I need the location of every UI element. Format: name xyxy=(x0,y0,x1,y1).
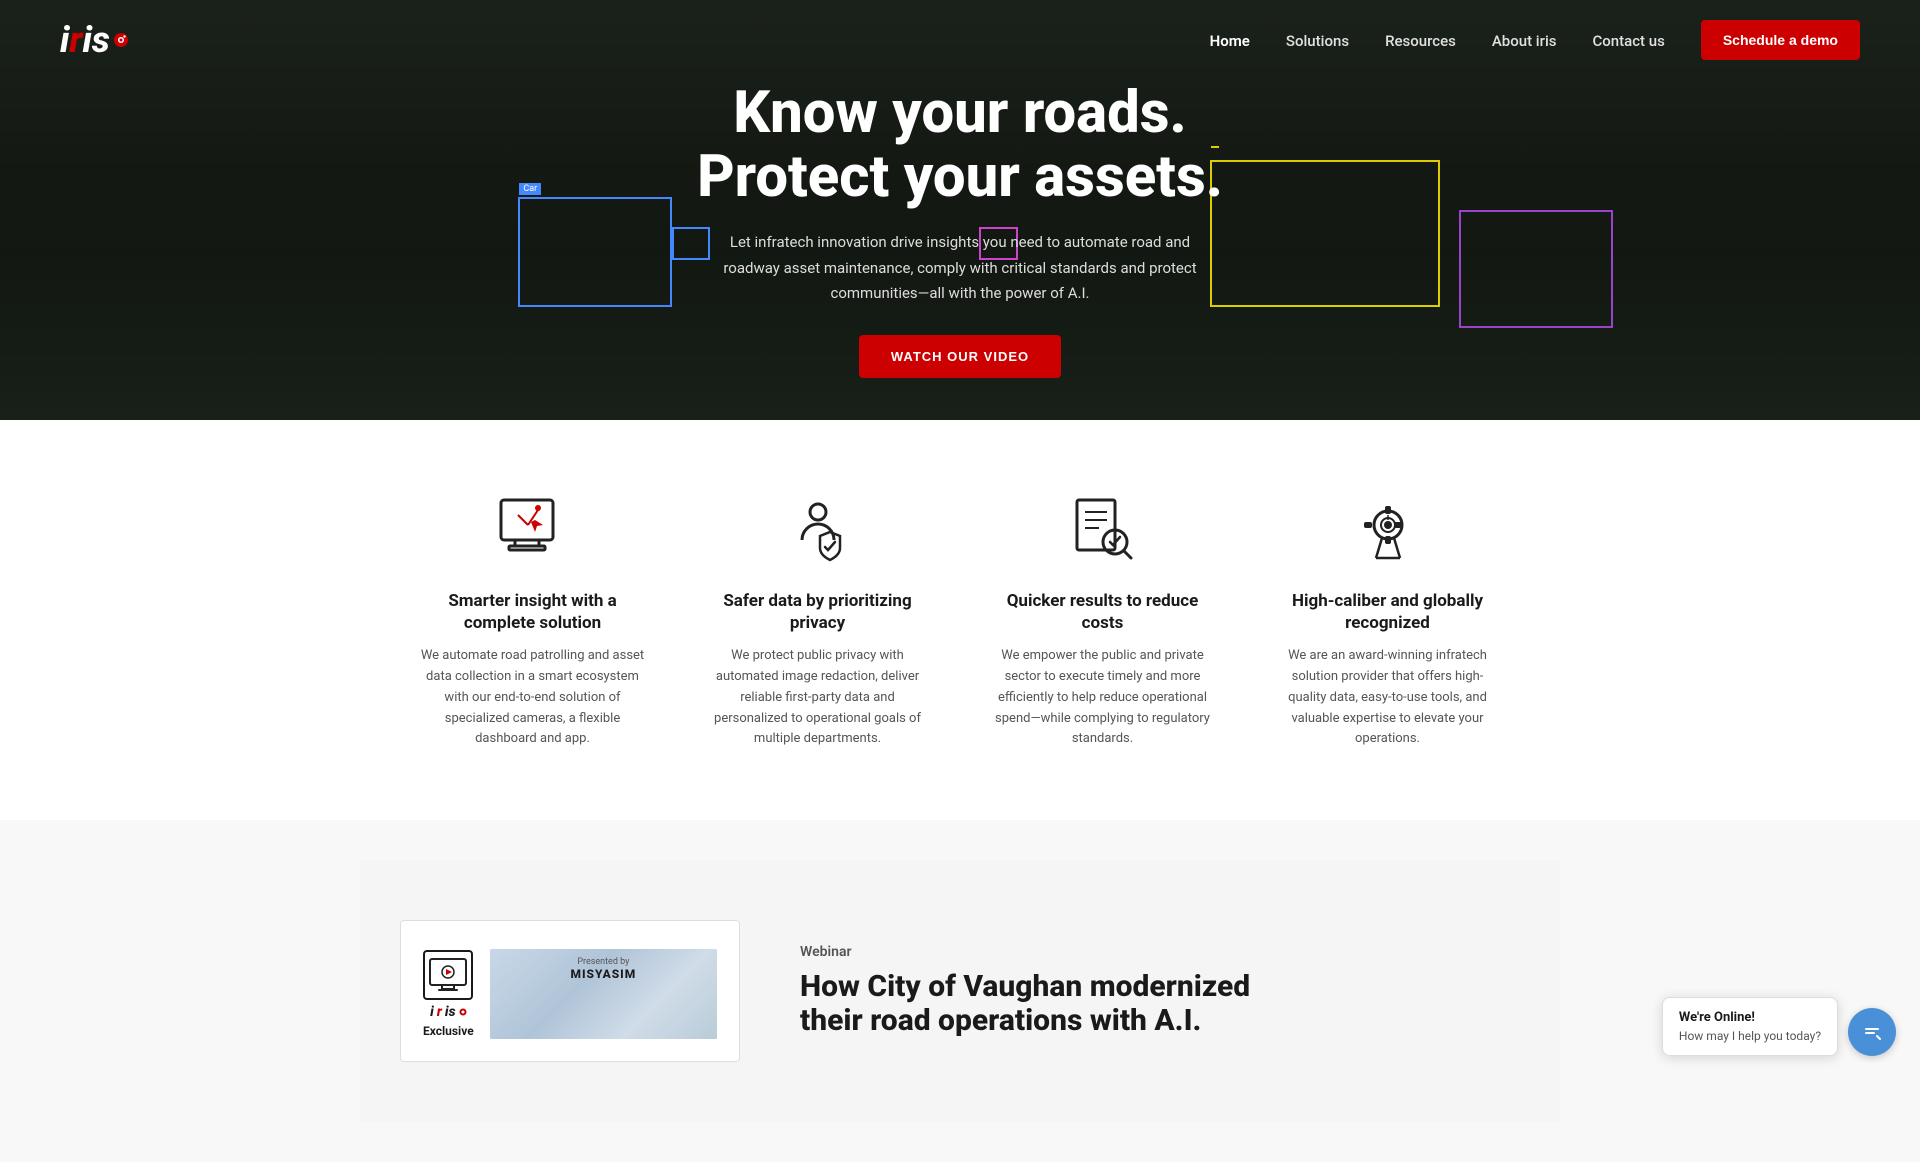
smarter-insight-icon xyxy=(493,490,573,570)
hero-subtitle: Let infratech innovation drive insights … xyxy=(720,230,1200,307)
webinar-card-inner: i r is Exclusive Presented by MISYASIM xyxy=(401,921,739,1061)
webinar-title: How City of Vaughan modernized their roa… xyxy=(800,970,1520,1039)
webinar-section: i r is Exclusive Presented by MISYASIM xyxy=(0,820,1920,1162)
feature-title-safer-data: Safer data by prioritizing privacy xyxy=(705,590,930,634)
features-section: Smarter insight with a complete solution… xyxy=(0,420,1920,820)
nav-home[interactable]: Home xyxy=(1210,31,1250,50)
chat-widget: We're Online! How may I help you today? xyxy=(1662,997,1896,1056)
feature-card-high-caliber: High-caliber and globally recognized We … xyxy=(1265,480,1510,760)
nav-contact[interactable]: Contact us xyxy=(1592,31,1664,50)
webinar-content: Webinar How City of Vaughan modernized t… xyxy=(800,944,1520,1039)
nav-solutions[interactable]: Solutions xyxy=(1286,31,1349,50)
watch-video-button[interactable]: WATCH OUR VIDEO xyxy=(859,335,1061,378)
logo[interactable]: iris xyxy=(60,19,130,61)
webinar-card: i r is Exclusive Presented by MISYASIM xyxy=(400,920,740,1062)
chat-open-button[interactable] xyxy=(1848,1008,1896,1056)
chat-online-sub: How may I help you today? xyxy=(1679,1029,1821,1043)
chat-online-title: We're Online! xyxy=(1679,1010,1821,1025)
hero-title: Know your roads. Protect your assets. xyxy=(697,82,1223,210)
webinar-presented-by: Presented by MISYASIM xyxy=(490,957,717,981)
feature-desc-high-caliber: We are an award-winning infratech soluti… xyxy=(1275,646,1500,750)
nav-cta[interactable]: Schedule a demo xyxy=(1701,20,1860,60)
nav-links: Home Solutions Resources About iris Cont… xyxy=(1210,20,1860,60)
feature-title-smarter-insight: Smarter insight with a complete solution xyxy=(420,590,645,634)
hero-content: Know your roads. Protect your assets. Le… xyxy=(677,82,1243,377)
high-caliber-icon xyxy=(1348,490,1428,570)
feature-card-safer-data: Safer data by prioritizing privacy We pr… xyxy=(695,480,940,760)
quicker-results-icon xyxy=(1063,490,1143,570)
webinar-exclusive-label: Exclusive xyxy=(423,1024,474,1038)
feature-title-quicker-results: Quicker results to reduce costs xyxy=(990,590,1215,634)
logo-eye-icon xyxy=(112,31,130,49)
webinar-monitor-frame xyxy=(423,950,473,1000)
feature-card-smarter-insight: Smarter insight with a complete solution… xyxy=(410,480,655,760)
navbar: iris Home Solutions Resources About iris… xyxy=(0,0,1920,80)
feature-title-high-caliber: High-caliber and globally recognized xyxy=(1275,590,1500,634)
webinar-iris-logo: i r is xyxy=(430,1004,466,1020)
webinar-container: i r is Exclusive Presented by MISYASIM xyxy=(360,860,1560,1122)
webinar-monitor-icon: i r is Exclusive xyxy=(423,950,474,1038)
webinar-label: Webinar xyxy=(800,944,1520,960)
chat-bubble: We're Online! How may I help you today? xyxy=(1662,997,1838,1056)
feature-desc-quicker-results: We empower the public and private sector… xyxy=(990,646,1215,750)
schedule-demo-button[interactable]: Schedule a demo xyxy=(1701,20,1860,60)
nav-resources[interactable]: Resources xyxy=(1385,31,1456,50)
feature-desc-safer-data: We protect public privacy with automated… xyxy=(705,646,930,750)
feature-card-quicker-results: Quicker results to reduce costs We empow… xyxy=(980,480,1225,760)
webinar-map-image: Presented by MISYASIM xyxy=(490,949,717,1039)
nav-about[interactable]: About iris xyxy=(1492,31,1557,50)
features-grid: Smarter insight with a complete solution… xyxy=(410,480,1510,760)
safer-data-icon xyxy=(778,490,858,570)
feature-desc-smarter-insight: We automate road patrolling and asset da… xyxy=(420,646,645,750)
